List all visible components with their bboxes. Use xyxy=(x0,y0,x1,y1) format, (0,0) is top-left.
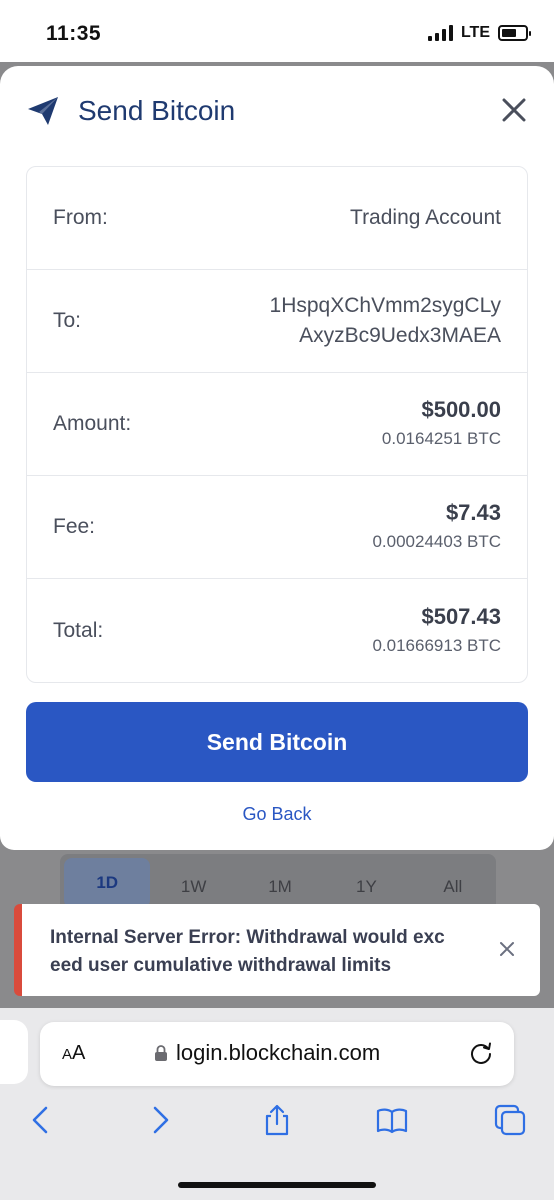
modal-title: Send Bitcoin xyxy=(78,95,236,126)
row-fee: Fee: $7.43 0.00024403 BTC xyxy=(27,476,527,579)
bookmarks-icon[interactable] xyxy=(376,1104,408,1136)
from-value: Trading Account xyxy=(350,203,501,233)
amount-value: $500.00 0.0164251 BTC xyxy=(382,395,501,453)
transaction-summary: From: Trading Account To: 1HspqXChVmm2sy… xyxy=(26,166,528,683)
modal-header: Send Bitcoin xyxy=(26,94,528,128)
to-label: To: xyxy=(53,309,82,332)
to-address-line2: AxyzBc9Uedx3MAEA xyxy=(299,324,501,347)
row-to: To: 1HspqXChVmm2sygCLy AxyzBc9Uedx3MAEA xyxy=(27,270,527,373)
from-account: Trading Account xyxy=(350,206,501,229)
close-icon[interactable] xyxy=(498,940,516,958)
amount-fiat: $500.00 xyxy=(421,397,501,422)
address-bar[interactable]: AA login.blockchain.com xyxy=(40,1022,514,1086)
error-toast: Internal Server Error: Withdrawal would … xyxy=(14,904,540,996)
from-label: From: xyxy=(53,206,108,229)
total-crypto: 0.01666913 BTC xyxy=(372,635,501,655)
status-bar: 11:35 LTE xyxy=(0,0,554,70)
row-from: From: Trading Account xyxy=(27,167,527,270)
row-total: Total: $507.43 0.01666913 BTC xyxy=(27,579,527,682)
fee-crypto: 0.00024403 BTC xyxy=(372,532,501,551)
battery-icon xyxy=(498,25,531,41)
previous-tab-preview[interactable] xyxy=(0,1020,28,1084)
total-fiat: $507.43 xyxy=(421,603,501,629)
error-message: Internal Server Error: Withdrawal would … xyxy=(50,927,445,976)
signal-icon xyxy=(427,25,453,41)
url-text: login.blockchain.com xyxy=(176,1040,381,1065)
tab-all[interactable]: All xyxy=(410,858,496,908)
fee-label: Fee: xyxy=(53,515,96,538)
fee-fiat: $7.43 xyxy=(445,500,501,525)
back-icon[interactable] xyxy=(25,1104,57,1136)
status-indicators: LTE xyxy=(427,24,531,42)
amount-label: Amount: xyxy=(53,412,132,435)
row-amount: Amount: $500.00 0.0164251 BTC xyxy=(27,373,527,476)
status-time: 11:35 xyxy=(46,22,102,45)
aa-small: A xyxy=(62,1046,73,1063)
amount-crypto: 0.0164251 BTC xyxy=(381,429,501,448)
send-bitcoin-modal: Send Bitcoin From: Trading Account To: 1… xyxy=(0,66,554,850)
share-icon[interactable] xyxy=(261,1104,293,1136)
tab-1w[interactable]: 1W xyxy=(150,858,236,908)
fee-value: $7.43 0.00024403 BTC xyxy=(372,498,501,556)
paper-plane-icon xyxy=(28,97,58,125)
tab-1y[interactable]: 1Y xyxy=(323,858,409,908)
tabs-icon[interactable] xyxy=(494,1104,526,1136)
lock-icon xyxy=(155,1045,167,1061)
send-bitcoin-button[interactable]: Send Bitcoin xyxy=(26,702,528,782)
network-type: LTE xyxy=(460,24,490,41)
reader-settings-button[interactable]: AA xyxy=(62,1042,85,1065)
browser-address-area: AA login.blockchain.com xyxy=(0,1008,554,1098)
to-value: 1HspqXChVmm2sygCLy AxyzBc9Uedx3MAEA xyxy=(270,291,501,351)
forward-icon[interactable] xyxy=(144,1104,176,1136)
home-indicator xyxy=(178,1182,376,1188)
to-address-line1: 1HspqXChVmm2sygCLy xyxy=(269,294,501,317)
aa-large: A xyxy=(72,1042,86,1064)
tab-1d[interactable]: 1D xyxy=(64,858,151,908)
close-icon[interactable] xyxy=(500,96,528,124)
total-label: Total: xyxy=(53,618,104,642)
tab-1m[interactable]: 1M xyxy=(237,858,323,908)
total-value: $507.43 0.01666913 BTC xyxy=(372,602,501,660)
go-back-link[interactable]: Go Back xyxy=(0,804,554,825)
reload-icon[interactable] xyxy=(468,1040,494,1066)
